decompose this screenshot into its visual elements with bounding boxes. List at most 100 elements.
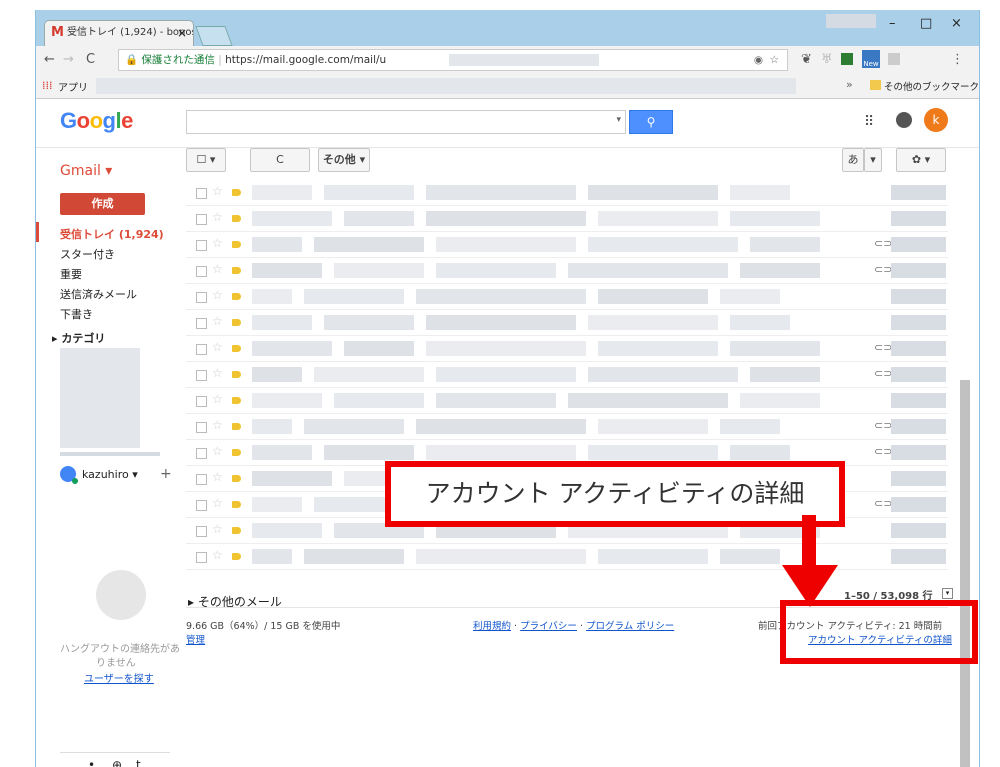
input-tools-button[interactable]: あ xyxy=(842,148,864,172)
importance-marker-icon[interactable] xyxy=(232,501,241,508)
table-row[interactable]: ☆ xyxy=(186,206,948,232)
table-row[interactable]: ☆ ⊂⊃ xyxy=(186,414,948,440)
extension3-icon[interactable] xyxy=(841,53,853,65)
row-checkbox[interactable] xyxy=(196,344,207,355)
eye-icon[interactable]: ◉ xyxy=(754,50,763,70)
star-icon[interactable]: ☆ xyxy=(212,522,223,536)
settings-button[interactable]: ✿ ▾ xyxy=(896,148,946,172)
table-row[interactable]: ☆ xyxy=(186,180,948,206)
search-input[interactable]: ▾ xyxy=(186,110,626,134)
table-row[interactable]: ☆ ⊂⊃ xyxy=(186,232,948,258)
browser-tab[interactable]: M 受信トレイ (1,924) - bonos × xyxy=(44,20,194,46)
row-checkbox[interactable] xyxy=(196,318,207,329)
gmail-menu[interactable]: Gmail ▾ xyxy=(60,163,112,179)
row-checkbox[interactable] xyxy=(196,552,207,563)
importance-marker-icon[interactable] xyxy=(232,267,241,274)
forward-arrow-icon[interactable]: → xyxy=(63,52,74,67)
importance-marker-icon[interactable] xyxy=(232,293,241,300)
row-checkbox[interactable] xyxy=(196,448,207,459)
star-icon[interactable]: ☆ xyxy=(212,184,223,198)
row-checkbox[interactable] xyxy=(196,266,207,277)
row-checkbox[interactable] xyxy=(196,370,207,381)
more-actions-button[interactable]: その他 ▾ xyxy=(318,148,370,172)
row-checkbox[interactable] xyxy=(196,396,207,407)
add-hangout-button[interactable]: + xyxy=(160,466,172,482)
extension-icon[interactable]: ❦ xyxy=(801,52,812,67)
importance-marker-icon[interactable] xyxy=(232,319,241,326)
star-icon[interactable]: ☆ xyxy=(212,470,223,484)
search-options-chevron-icon[interactable]: ▾ xyxy=(616,115,621,125)
table-row[interactable]: ☆ ⊂⊃ xyxy=(186,336,948,362)
back-arrow-icon[interactable]: ← xyxy=(44,52,55,67)
row-checkbox[interactable] xyxy=(196,240,207,251)
importance-marker-icon[interactable] xyxy=(232,553,241,560)
row-checkbox[interactable] xyxy=(196,214,207,225)
importance-marker-icon[interactable] xyxy=(232,371,241,378)
star-icon[interactable]: ☆ xyxy=(212,314,223,328)
privacy-link[interactable]: プライバシー xyxy=(520,621,577,632)
row-checkbox[interactable] xyxy=(196,526,207,537)
sidebar-item-drafts[interactable]: 下書き xyxy=(60,306,93,322)
importance-marker-icon[interactable] xyxy=(232,345,241,352)
star-icon[interactable]: ☆ xyxy=(212,418,223,432)
pagination-dropdown-icon[interactable]: ▾ xyxy=(942,588,953,599)
sidebar-item-starred[interactable]: スター付き xyxy=(60,246,115,262)
other-bookmarks[interactable]: その他のブックマーク xyxy=(884,79,979,93)
star-icon[interactable]: ☆ xyxy=(212,496,223,510)
tab-close-icon[interactable]: × xyxy=(177,21,187,45)
row-checkbox[interactable] xyxy=(196,422,207,433)
star-icon[interactable]: ☆ xyxy=(212,262,223,276)
search-button[interactable]: ⚲ xyxy=(629,110,673,134)
sidebar-item-categories[interactable]: ▸ カテゴリ xyxy=(52,330,105,346)
row-checkbox[interactable] xyxy=(196,188,207,199)
reload-icon[interactable]: C xyxy=(86,52,95,67)
importance-marker-icon[interactable] xyxy=(232,527,241,534)
extension4-icon[interactable] xyxy=(888,53,900,65)
table-row[interactable]: ☆ xyxy=(186,284,948,310)
table-row[interactable]: ☆ xyxy=(186,388,948,414)
sidebar-item-important[interactable]: 重要 xyxy=(60,266,82,282)
sidebar-item-inbox[interactable]: 受信トレイ (1,924) xyxy=(60,226,164,242)
apps-label[interactable]: アプリ xyxy=(58,79,88,94)
terms-link[interactable]: 利用規約 xyxy=(473,621,511,632)
compose-button[interactable]: 作成 xyxy=(60,193,145,215)
address-bar[interactable]: 🔒 保護された通信 | https://mail.google.com/mail… xyxy=(118,49,788,71)
row-checkbox[interactable] xyxy=(196,500,207,511)
hangouts-user[interactable]: kazuhiro ▾ xyxy=(82,468,138,481)
star-icon[interactable]: ☆ xyxy=(212,340,223,354)
google-logo[interactable]: Google xyxy=(60,108,133,134)
star-icon[interactable]: ☆ xyxy=(212,366,223,380)
star-icon[interactable]: ☆ xyxy=(212,444,223,458)
row-checkbox[interactable] xyxy=(196,292,207,303)
star-icon[interactable]: ☆ xyxy=(212,210,223,224)
table-row[interactable]: ☆ ⊂⊃ xyxy=(186,362,948,388)
star-icon[interactable]: ☆ xyxy=(212,288,223,302)
maximize-button[interactable]: □ xyxy=(920,16,932,31)
notifications-icon[interactable] xyxy=(896,112,912,128)
manage-storage-link[interactable]: 管理 xyxy=(186,632,205,646)
table-row[interactable]: ☆ ⊂⊃ xyxy=(186,258,948,284)
new-tab-button[interactable] xyxy=(195,26,233,46)
star-icon[interactable]: ☆ xyxy=(212,548,223,562)
new-extension-icon[interactable]: New xyxy=(862,50,880,68)
close-window-button[interactable]: × xyxy=(951,16,962,31)
importance-marker-icon[interactable] xyxy=(232,397,241,404)
account-avatar[interactable]: k xyxy=(924,108,948,132)
refresh-button[interactable]: C xyxy=(250,148,310,172)
select-checkbox[interactable]: ☐ ▾ xyxy=(186,148,226,172)
bookmark-star-icon[interactable]: ☆ xyxy=(770,50,779,70)
sidebar-item-sent[interactable]: 送信済みメール xyxy=(60,286,137,302)
bookmarks-overflow[interactable]: » xyxy=(846,78,853,91)
importance-marker-icon[interactable] xyxy=(232,475,241,482)
importance-marker-icon[interactable] xyxy=(232,241,241,248)
importance-marker-icon[interactable] xyxy=(232,189,241,196)
minimize-button[interactable]: – xyxy=(889,16,896,31)
row-checkbox[interactable] xyxy=(196,474,207,485)
scrollbar-thumb[interactable] xyxy=(960,380,970,767)
menu-kebab-icon[interactable]: ⋮ xyxy=(951,52,964,67)
star-icon[interactable]: ☆ xyxy=(212,236,223,250)
star-icon[interactable]: ☆ xyxy=(212,392,223,406)
extension2-icon[interactable]: ♅ xyxy=(821,52,833,67)
importance-marker-icon[interactable] xyxy=(232,215,241,222)
find-people-link[interactable]: ユーザーを探す xyxy=(84,670,154,685)
